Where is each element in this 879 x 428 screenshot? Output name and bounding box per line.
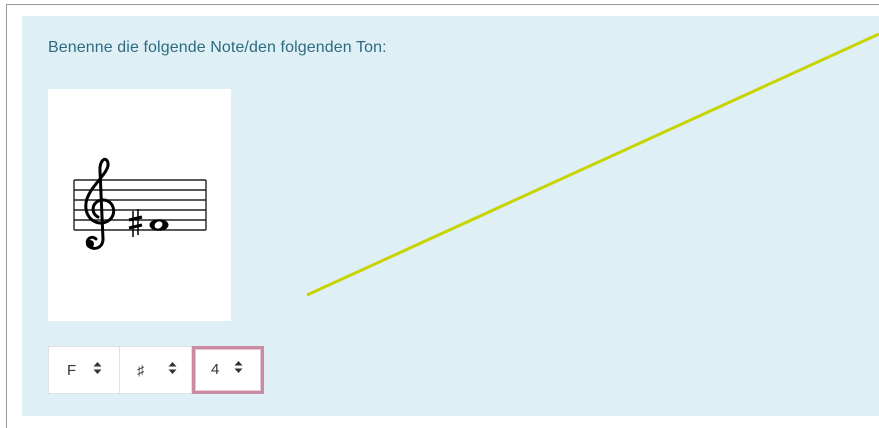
notation-image [48,89,231,321]
sharp-icon [128,209,143,237]
updown-caret-icon [93,361,102,375]
octave-select[interactable]: 4 [192,346,264,394]
note-name-value: F [67,362,77,379]
accidental-select[interactable]: ♯ [119,346,192,394]
question-panel: Benenne die folgende Note/den folgenden … [22,16,879,416]
treble-clef-icon [84,157,116,250]
answer-selects: F ♯ 4 [48,346,264,394]
octave-value: 4 [211,361,220,378]
accidental-value: ♯ [137,362,144,378]
question-prompt: Benenne die folgende Note/den folgenden … [48,39,387,56]
whole-note-icon [149,219,169,231]
updown-caret-icon [168,361,177,375]
note-name-select[interactable]: F [48,346,120,394]
updown-caret-icon [234,360,243,374]
treble-staff-sharp-note [73,157,207,250]
